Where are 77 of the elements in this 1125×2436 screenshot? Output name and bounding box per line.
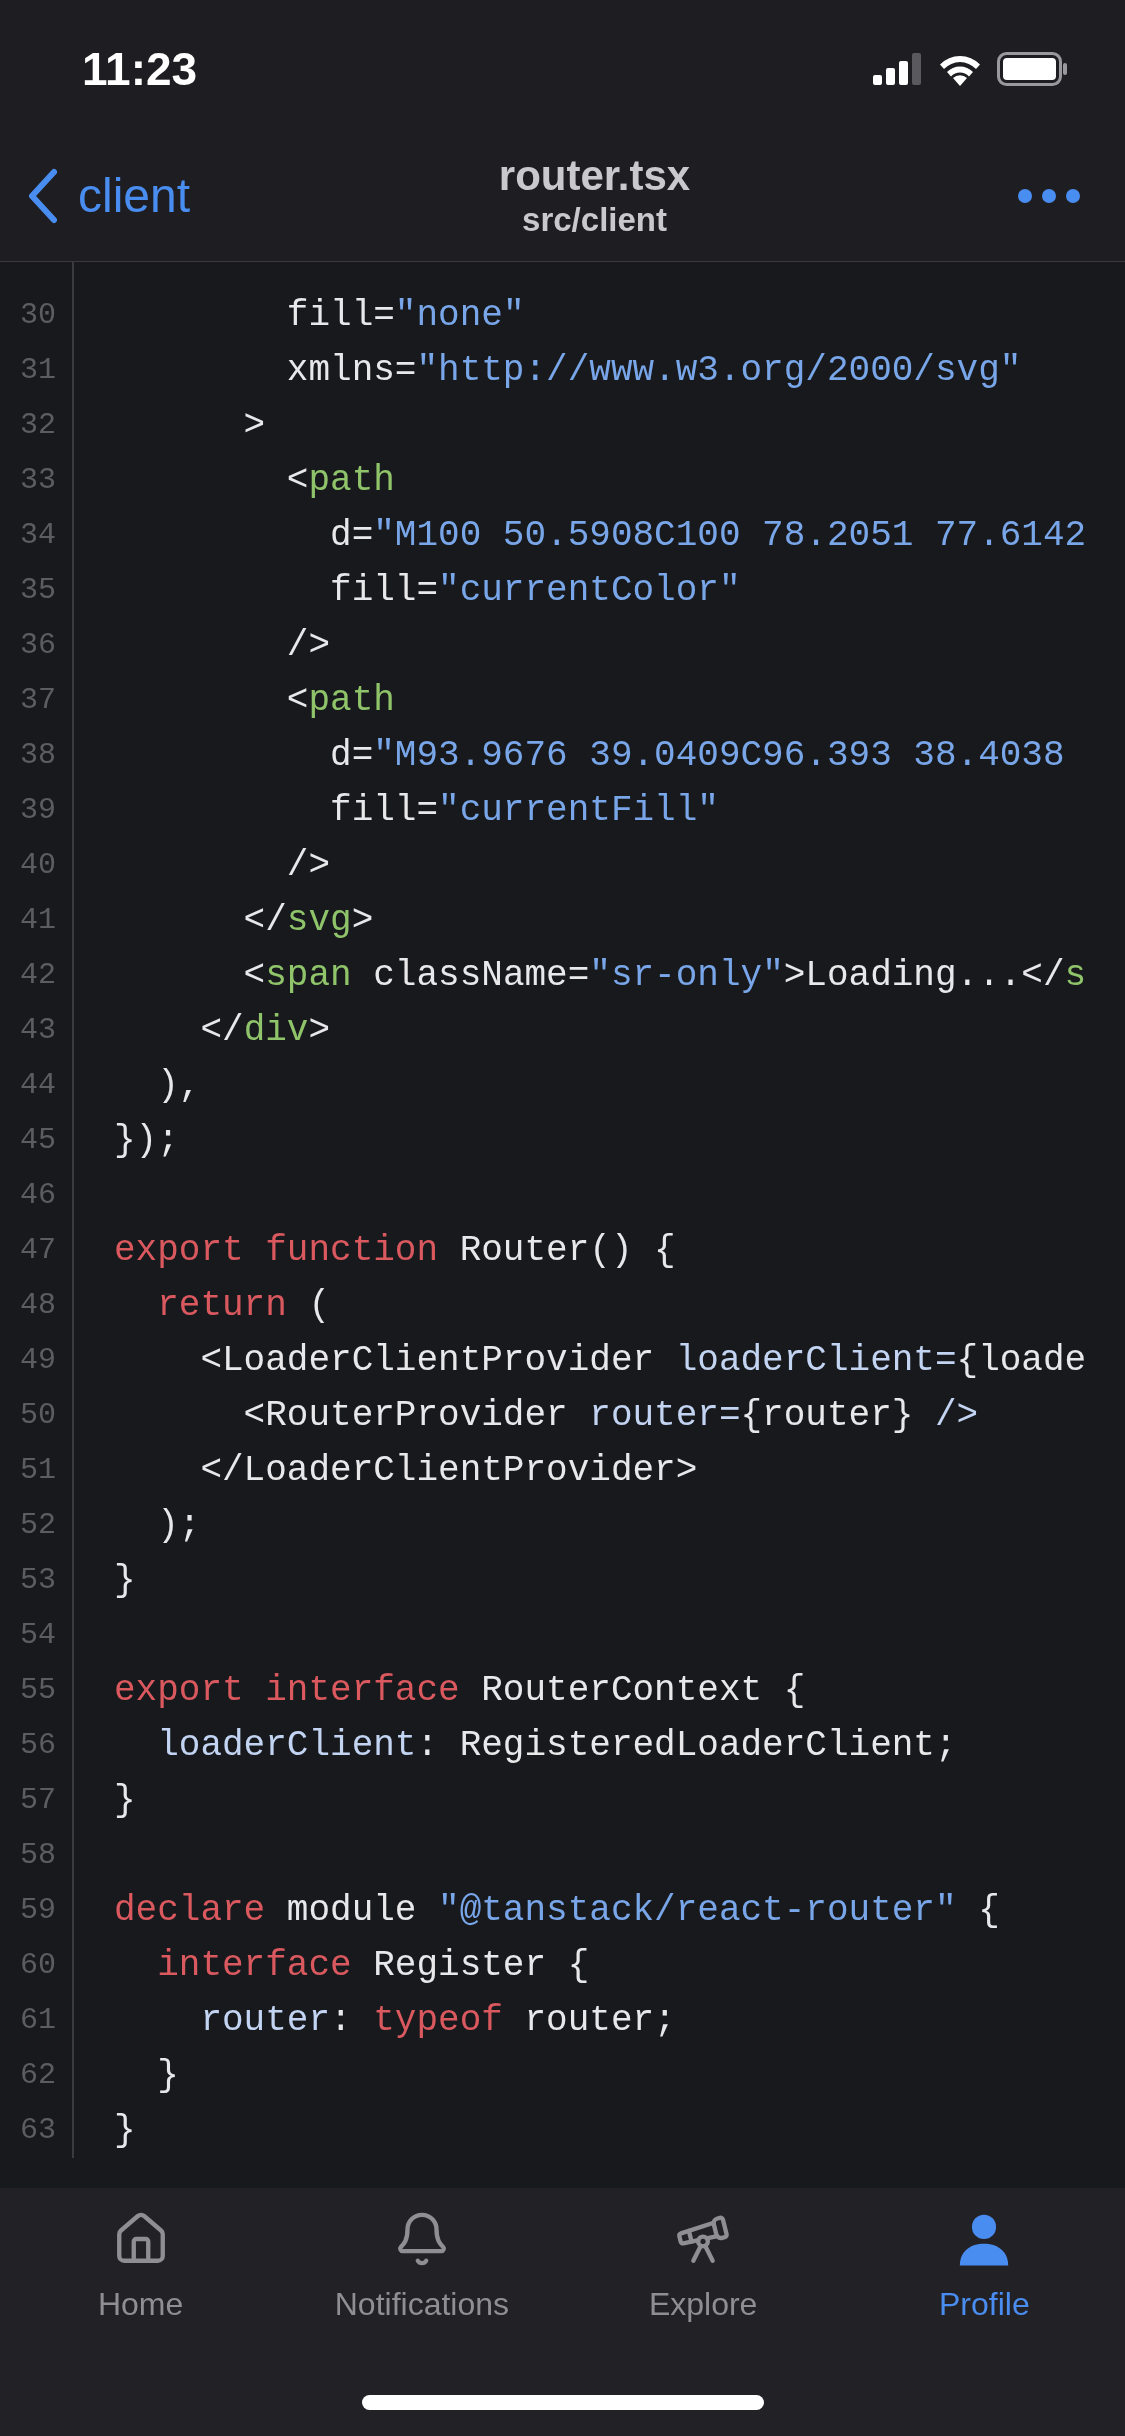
line-number: 55 xyxy=(20,1672,56,1709)
line-number: 63 xyxy=(20,2112,56,2149)
line-number: 46 xyxy=(20,1177,56,1214)
code-line: /> xyxy=(285,623,331,668)
line-number: 57 xyxy=(20,1782,56,1819)
line-number: 32 xyxy=(20,407,56,444)
tab-bar-item[interactable]: Explore xyxy=(562,2210,844,2328)
line-number: 50 xyxy=(20,1397,56,1434)
line-number: 48 xyxy=(20,1287,56,1324)
code-line: fill="none" xyxy=(285,293,525,338)
code-line: export interface RouterContext { xyxy=(114,1668,806,1713)
line-number: 49 xyxy=(20,1342,56,1379)
code-line: /> xyxy=(285,843,331,888)
line-number: 52 xyxy=(20,1507,56,1544)
code-line: } xyxy=(114,2108,136,2153)
line-number: 30 xyxy=(20,297,56,334)
code-line: <path xyxy=(285,678,395,723)
code-line: }); xyxy=(114,1118,179,1163)
battery-icon xyxy=(997,52,1067,86)
code-line: router: typeof router; xyxy=(199,1998,676,2043)
code-line: <span className="sr-only">Loading...</s xyxy=(242,953,1087,998)
code-line: interface Register { xyxy=(156,1943,590,1988)
code-line: <path xyxy=(285,458,395,503)
code-line: d="M100 50.5908C100 78.2051 77.6142 xyxy=(329,513,1087,558)
code-line: } xyxy=(156,2053,179,2098)
line-number: 54 xyxy=(20,1617,56,1654)
code-line: d="M93.9676 39.0409C96.393 38.4038 xyxy=(329,733,1065,778)
more-icon xyxy=(1017,187,1081,204)
code-line: fill="currentColor" xyxy=(329,568,741,613)
line-number: 60 xyxy=(20,1947,56,1984)
code-line: </svg> xyxy=(242,898,374,943)
code-line: ); xyxy=(156,1503,201,1548)
signal-icon xyxy=(873,53,923,85)
line-number: 39 xyxy=(20,792,56,829)
line-number: 42 xyxy=(20,957,56,994)
line-number: 56 xyxy=(20,1727,56,1764)
line-number: 38 xyxy=(20,737,56,774)
line-number: 47 xyxy=(20,1232,56,1269)
code-line: <LoaderClientProvider loaderClient={loade xyxy=(199,1338,1087,1383)
tab-bar-item[interactable]: Notifications xyxy=(281,2210,563,2328)
line-number: 37 xyxy=(20,682,56,719)
line-number: 53 xyxy=(20,1562,56,1599)
chevron-left-icon xyxy=(26,167,58,224)
line-number: 40 xyxy=(20,847,56,884)
file-path: src/client xyxy=(522,199,667,240)
code-line: xmlns="http://www.w3.org/2000/svg" xyxy=(285,348,1022,393)
code-line: return ( xyxy=(156,1283,331,1328)
line-number: 35 xyxy=(20,572,56,609)
code-line: </LoaderClientProvider> xyxy=(199,1448,698,1493)
code-line: export function Router() { xyxy=(114,1228,676,1273)
line-number: 59 xyxy=(20,1892,56,1929)
code-line: <RouterProvider router={router} /> xyxy=(242,1393,979,1438)
back-button[interactable]: client xyxy=(26,159,191,232)
code-line: fill="currentFill" xyxy=(329,788,719,833)
file-title: router.tsx xyxy=(498,151,691,200)
code-line: loaderClient: RegisteredLoaderClient; xyxy=(156,1723,957,1768)
line-number: 51 xyxy=(20,1452,56,1489)
line-number: 41 xyxy=(20,902,56,939)
line-number: 34 xyxy=(20,517,56,554)
line-number: 61 xyxy=(20,2002,56,2039)
tab-bar-item[interactable]: Home xyxy=(0,2210,282,2328)
code-line: </div> xyxy=(199,1008,331,1053)
line-number: 31 xyxy=(20,352,56,389)
line-number: 58 xyxy=(20,1837,56,1874)
code-line: declare module "@tanstack/react-router" { xyxy=(114,1888,1000,1933)
code-line: > xyxy=(242,403,266,448)
code-line: } xyxy=(114,1558,136,1603)
line-number: 36 xyxy=(20,627,56,664)
line-number: 44 xyxy=(20,1067,56,1104)
line-number: 43 xyxy=(20,1012,56,1049)
status-time: 11:23 xyxy=(82,41,198,97)
code-line: ), xyxy=(156,1063,201,1108)
line-number: 45 xyxy=(20,1122,56,1159)
code-line: } xyxy=(114,1778,136,1823)
line-number: 62 xyxy=(20,2057,56,2094)
line-number: 33 xyxy=(20,462,56,499)
tab-bar-item[interactable]: Profile xyxy=(843,2210,1125,2328)
